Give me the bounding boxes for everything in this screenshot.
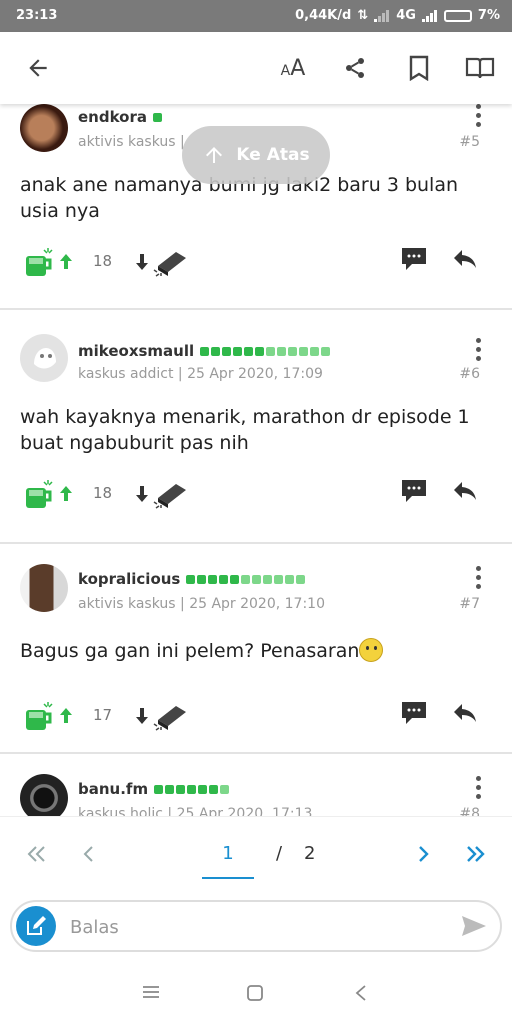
system-nav-bar (0, 960, 512, 1024)
user-role: kaskus holic (78, 806, 163, 816)
avatar[interactable] (20, 104, 68, 152)
post-content: Bagus ga gan ini pelem? Penasaran (20, 640, 360, 662)
scroll-to-top-label: Ke Atas (236, 145, 310, 165)
edit-icon[interactable] (16, 906, 56, 946)
scroll-to-top-button[interactable]: Ke Atas (182, 126, 330, 184)
avatar[interactable] (20, 774, 68, 816)
more-options-icon[interactable] (476, 104, 482, 127)
username[interactable]: kopralicious (78, 570, 180, 588)
total-pages: 2 (304, 843, 316, 864)
comment-icon[interactable] (400, 246, 428, 272)
reputation-bar (154, 784, 230, 794)
downvote-arrow-icon[interactable] (134, 484, 150, 504)
post-actions: 17 (0, 698, 512, 734)
user-role: aktivis kaskus | (78, 134, 185, 150)
reply-icon[interactable] (452, 702, 478, 724)
reply-icon[interactable] (452, 248, 478, 270)
post-date: 25 Apr 2020, 17:10 (189, 596, 325, 612)
user-role: kaskus addict (78, 366, 174, 382)
menu-icon[interactable] (142, 984, 160, 1000)
more-options-icon[interactable] (476, 776, 482, 799)
username[interactable]: banu.fm (78, 780, 148, 798)
post-number: #8 (459, 806, 480, 816)
username[interactable]: mikeoxsmaull (78, 342, 194, 360)
comment-icon[interactable] (400, 700, 428, 726)
avatar[interactable] (20, 334, 68, 382)
home-icon[interactable] (246, 984, 264, 1002)
network-type: 4G (396, 8, 416, 23)
status-bar: 23:13 0,44K/d ⇅ 4G 7% (0, 0, 512, 32)
post-meta: kaskus holic | 25 Apr 2020, 17:13 (78, 806, 312, 816)
upvote-arrow-icon[interactable] (58, 706, 74, 724)
reply-bar[interactable]: Balas (10, 900, 502, 952)
bata-brick-icon[interactable] (152, 478, 188, 510)
username[interactable]: endkora (78, 108, 147, 126)
cendol-count: 17 (93, 706, 113, 724)
last-page-icon[interactable] (464, 845, 486, 863)
bata-brick-icon[interactable] (152, 700, 188, 732)
post-date: 25 Apr 2020, 17:13 (176, 806, 313, 816)
font-size-icon[interactable]: AA (276, 50, 310, 86)
back-icon[interactable] (354, 984, 368, 1002)
user-role: aktivis kaskus (78, 596, 176, 612)
cendol-count: 18 (93, 484, 113, 502)
reputation-bar (200, 346, 331, 356)
avatar[interactable] (20, 564, 68, 612)
current-page[interactable]: 1 (202, 843, 254, 864)
bata-brick-icon[interactable] (152, 246, 188, 278)
pagination: 1 / 2 (0, 816, 512, 890)
back-arrow-icon[interactable] (20, 50, 56, 86)
smiley-emoticon-icon (359, 638, 384, 662)
post-actions: 18 (0, 476, 512, 512)
send-icon[interactable] (460, 914, 488, 938)
signal-icon (421, 9, 437, 22)
more-options-icon[interactable] (476, 338, 482, 361)
network-speed: 0,44K/d (295, 8, 352, 23)
status-time: 23:13 (16, 8, 58, 23)
cendol-icon[interactable] (24, 246, 54, 278)
post-number: #5 (459, 134, 480, 150)
post-actions: 18 (0, 244, 512, 280)
downvote-arrow-icon[interactable] (134, 252, 150, 272)
upvote-arrow-icon[interactable] (58, 252, 74, 270)
post-item: banu.fm kaskus holic | 25 Apr 2020, 17:1… (0, 754, 512, 816)
current-page-underline (202, 877, 254, 879)
cendol-icon[interactable] (24, 478, 54, 510)
battery-icon (443, 9, 472, 22)
post-content: wah kayaknya menarik, marathon dr episod… (20, 406, 470, 454)
post-meta: aktivis kaskus | (78, 134, 185, 150)
post-date: 25 Apr 2020, 17:09 (187, 366, 323, 382)
bookmark-icon[interactable] (404, 50, 434, 86)
post-item: mikeoxsmaull kaskus addict | 25 Apr 2020… (0, 312, 512, 544)
open-book-icon[interactable] (462, 50, 498, 86)
signal-weak-icon (374, 9, 390, 22)
next-page-icon[interactable] (416, 845, 430, 863)
cendol-icon[interactable] (24, 700, 54, 732)
post-meta: aktivis kaskus | 25 Apr 2020, 17:10 (78, 596, 325, 612)
post-number: #6 (459, 366, 480, 382)
battery-level: 7% (477, 8, 500, 23)
post-feed: endkora aktivis kaskus | #5 anak ane nam… (0, 104, 512, 816)
more-options-icon[interactable] (476, 566, 482, 589)
reply-input[interactable]: Balas (70, 917, 119, 938)
cendol-count: 18 (93, 252, 113, 270)
share-icon[interactable] (340, 50, 370, 86)
arrow-up-icon (206, 147, 223, 163)
previous-page-icon[interactable] (82, 845, 96, 863)
upvote-arrow-icon[interactable] (58, 484, 74, 502)
post-item: kopralicious aktivis kaskus | 25 Apr 202… (0, 544, 512, 754)
reputation-bar (186, 574, 306, 584)
first-page-icon[interactable] (26, 845, 48, 863)
comment-icon[interactable] (400, 478, 428, 504)
post-number: #7 (459, 596, 480, 612)
page-separator: / (276, 843, 283, 864)
reputation-bar (153, 112, 162, 122)
downvote-arrow-icon[interactable] (134, 706, 150, 726)
top-toolbar: AA (0, 32, 512, 104)
reply-icon[interactable] (452, 480, 478, 502)
post-meta: kaskus addict | 25 Apr 2020, 17:09 (78, 366, 323, 382)
data-transfer-icon: ⇅ (357, 8, 369, 23)
